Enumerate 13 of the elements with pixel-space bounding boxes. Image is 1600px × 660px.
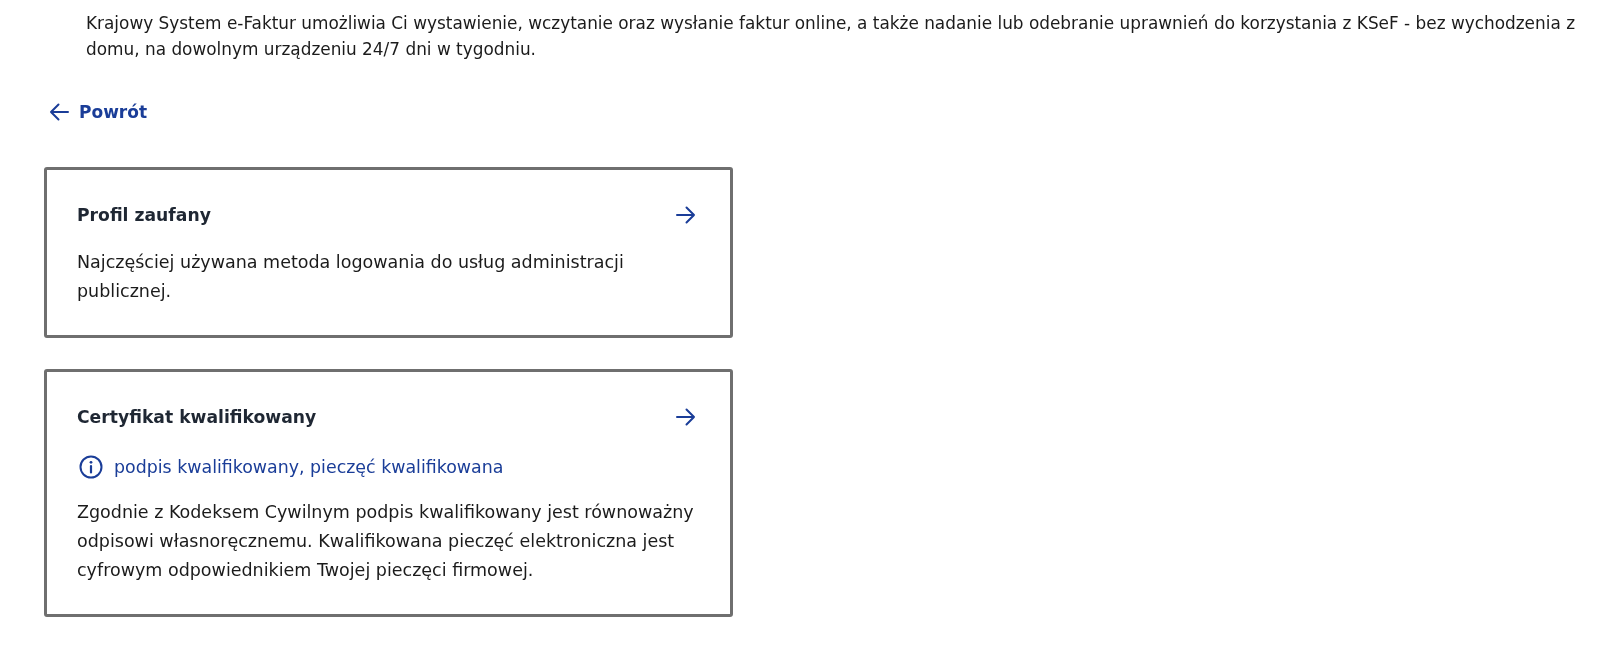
forward-arrow-icon: [676, 408, 696, 426]
back-arrow-icon: [49, 103, 69, 121]
back-link[interactable]: Powrót: [49, 101, 148, 123]
card-description: Najczęściej używana metoda logowania do usług administracji publicznej.: [77, 251, 625, 303]
intro-text: Krajowy System e-Faktur umożliwia Ci wystawienie, wczytanie oraz wysłanie faktur online, a także nadanie lub odebranie uprawnień do korzystania z KSeF - bez wychodzenia z domu, na dowolnym urządzeniu 24/7 dni w tygodniu.: [86, 12, 1576, 61]
info-icon: [79, 455, 103, 479]
card-description: Zgodnie z Kodeksem Cywilnym podpis kwalifikowany jest równoważny odpisowi własnoręcznemu. Kwalifikowana pieczęć elektroniczna jest cyfrowym odpowiednikiem Twojej pieczęci firmowej.: [77, 501, 695, 582]
login-option-card[interactable]: [44, 369, 733, 617]
forward-arrow-icon: [676, 206, 696, 224]
card-title: Certyfikat kwalifikowany: [77, 406, 317, 429]
info-text: podpis kwalifikowany, pieczęć kwalifikowana: [114, 456, 504, 479]
login-option-card[interactable]: Profil zaufany Najczęściej używana metoda logowania do usług administracji publicznej.: [44, 167, 733, 338]
card-title: Profil zaufany: [77, 204, 211, 227]
